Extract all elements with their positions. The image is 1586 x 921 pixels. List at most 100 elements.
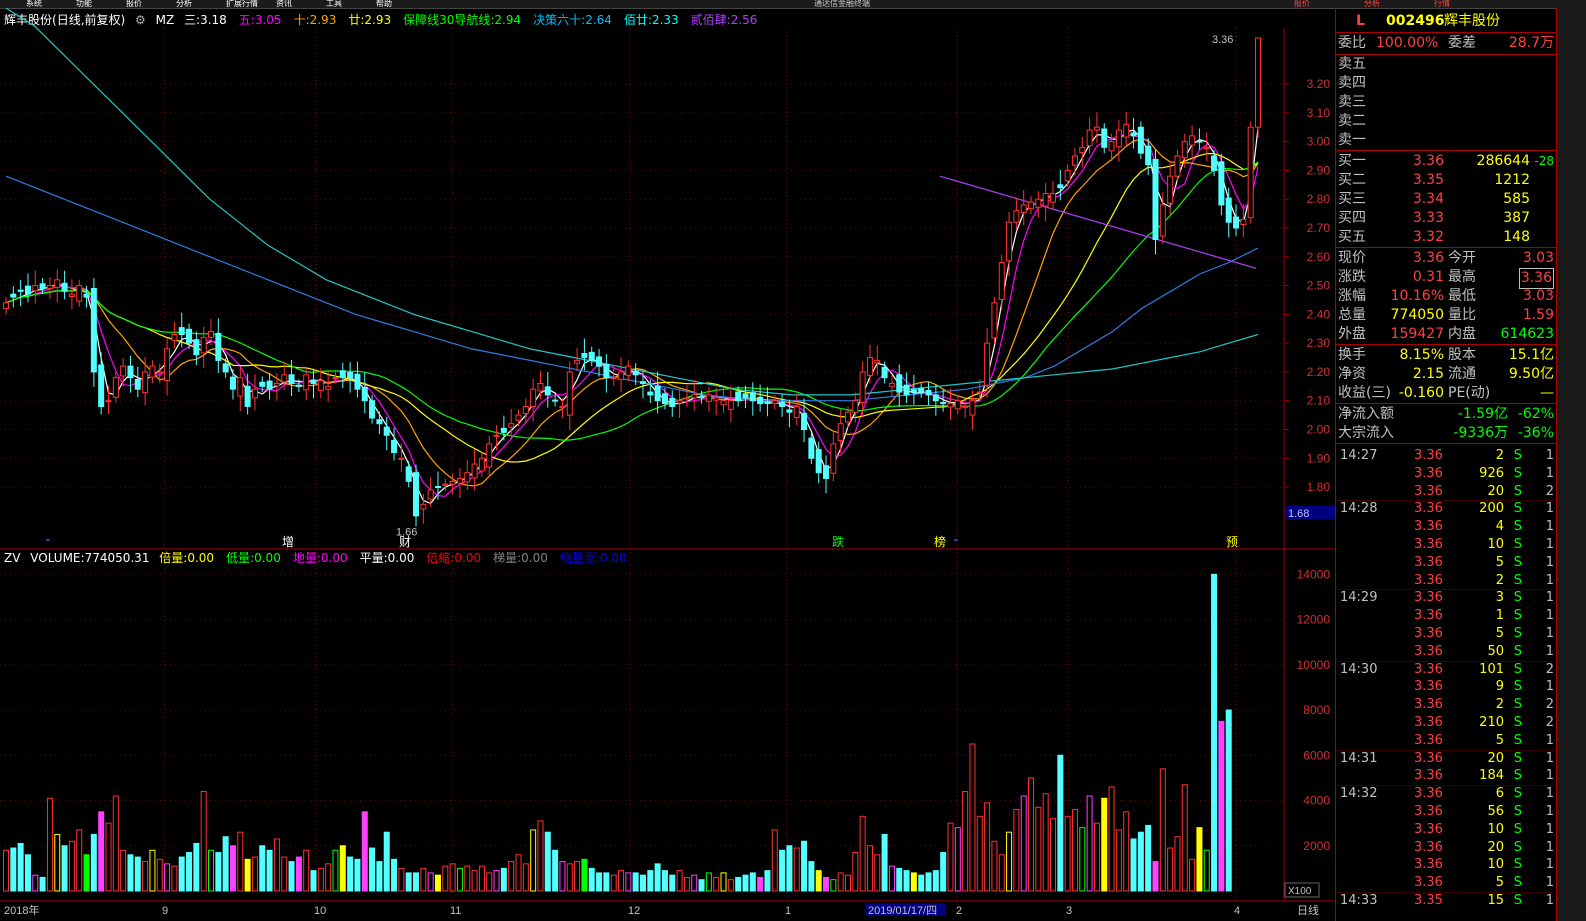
event-marker[interactable]: 预 — [1226, 535, 1238, 549]
volume-bar[interactable] — [24, 854, 31, 892]
menu-item[interactable]: 系统 — [22, 0, 46, 8]
volume-bar[interactable] — [727, 879, 734, 892]
candle[interactable] — [1247, 121, 1254, 224]
volume-bar[interactable] — [698, 879, 705, 892]
candle[interactable] — [786, 399, 793, 428]
candle[interactable] — [17, 279, 24, 307]
candle[interactable] — [1035, 191, 1042, 218]
volume-bar[interactable] — [683, 876, 690, 892]
candle[interactable] — [566, 361, 573, 431]
candle[interactable] — [200, 327, 207, 368]
volume-bar[interactable] — [1123, 811, 1130, 892]
event-marker[interactable]: 跌 — [832, 534, 844, 549]
volume-bar[interactable] — [1189, 858, 1196, 892]
volume-bar[interactable] — [1042, 793, 1049, 892]
volume-bar[interactable] — [844, 874, 851, 892]
candle[interactable] — [134, 366, 141, 398]
volume-bar[interactable] — [178, 856, 185, 892]
candle[interactable] — [962, 398, 969, 418]
volume-bar[interactable] — [1167, 847, 1174, 892]
volume-bar[interactable] — [661, 870, 668, 892]
volume-bar[interactable] — [1196, 827, 1203, 892]
candle[interactable] — [105, 385, 112, 414]
candle[interactable] — [691, 379, 698, 411]
volume-bar[interactable] — [1152, 861, 1159, 892]
volume-bar[interactable] — [237, 831, 244, 892]
candle[interactable] — [1196, 128, 1203, 150]
candle[interactable] — [1071, 147, 1078, 176]
buy-level[interactable]: 买二 3.35 1212 — [1336, 171, 1556, 190]
volume-bar[interactable] — [120, 849, 127, 892]
candle[interactable] — [68, 279, 75, 310]
volume-bar[interactable] — [391, 858, 398, 892]
volume-bar[interactable] — [1145, 824, 1152, 892]
candle[interactable] — [793, 393, 800, 426]
volume-bar[interactable] — [1174, 836, 1181, 892]
volume-bar[interactable] — [1013, 809, 1020, 892]
buy-level[interactable]: 买三 3.34 585 — [1336, 190, 1556, 209]
volume-bar[interactable] — [1218, 720, 1225, 892]
event-marker[interactable]: 增 — [282, 535, 294, 549]
volume-bar[interactable] — [874, 854, 881, 892]
candle[interactable] — [325, 371, 332, 402]
top-tab[interactable]: 分析 — [1360, 0, 1384, 8]
candle[interactable] — [164, 338, 171, 396]
volume-bar[interactable] — [471, 870, 478, 892]
candle[interactable] — [456, 468, 463, 499]
volume-bar[interactable] — [1159, 768, 1166, 892]
volume-bar[interactable] — [442, 865, 449, 892]
volume-bar[interactable] — [515, 854, 522, 892]
volume-bar[interactable] — [251, 856, 258, 892]
candle[interactable] — [742, 385, 749, 409]
volume-bar[interactable] — [859, 815, 866, 892]
volume-bar[interactable] — [676, 870, 683, 892]
candle[interactable] — [1013, 198, 1020, 231]
candle[interactable] — [1189, 125, 1196, 161]
volume-bar[interactable] — [420, 867, 427, 892]
volume-bar[interactable] — [976, 815, 983, 892]
volume-bar[interactable] — [215, 852, 222, 892]
candle[interactable] — [625, 360, 632, 382]
candle[interactable] — [405, 461, 412, 488]
volume-bar[interactable] — [837, 872, 844, 892]
candle[interactable] — [1174, 150, 1181, 182]
volume-bar[interactable] — [288, 861, 295, 892]
menu-item[interactable]: 分析 — [172, 0, 196, 8]
volume-bar[interactable] — [654, 863, 661, 892]
sell-level[interactable]: 卖五 — [1336, 55, 1556, 74]
volume-bar[interactable] — [793, 847, 800, 892]
candle[interactable] — [10, 286, 17, 308]
candle[interactable] — [493, 424, 500, 451]
volume-bar[interactable] — [1028, 777, 1035, 892]
volume-bar[interactable] — [171, 865, 178, 892]
volume-bar[interactable] — [896, 867, 903, 892]
volume-bar[interactable] — [500, 867, 507, 892]
volume-bar[interactable] — [830, 879, 837, 892]
candle[interactable] — [142, 356, 149, 406]
volume-bar[interactable] — [68, 840, 75, 892]
volume-bar[interactable] — [757, 876, 764, 892]
candle[interactable] — [24, 273, 31, 303]
candle[interactable] — [222, 358, 229, 378]
volume-bar[interactable] — [764, 870, 771, 892]
up-arrow-icon[interactable]: ⌃ — [44, 538, 52, 549]
event-marker[interactable]: 榜 — [934, 534, 946, 549]
volume-bar[interactable] — [1181, 784, 1188, 892]
candle[interactable] — [251, 374, 258, 411]
sell-level[interactable]: 卖三 — [1336, 93, 1556, 112]
candle[interactable] — [398, 443, 405, 473]
menu-item[interactable]: 工具 — [322, 0, 346, 8]
candle[interactable] — [1130, 118, 1137, 149]
candle[interactable] — [478, 452, 485, 477]
candle[interactable] — [669, 390, 676, 417]
volume-bar[interactable] — [925, 872, 932, 892]
candle[interactable] — [932, 384, 939, 416]
candle[interactable] — [903, 372, 910, 404]
volume-bar[interactable] — [940, 852, 947, 892]
candle[interactable] — [1218, 153, 1225, 216]
volume-bar[interactable] — [1203, 849, 1210, 892]
candle[interactable] — [705, 386, 712, 412]
volume-bar[interactable] — [954, 827, 961, 892]
event-marker[interactable]: 财 — [399, 535, 411, 549]
volume-bar[interactable] — [1035, 806, 1042, 892]
